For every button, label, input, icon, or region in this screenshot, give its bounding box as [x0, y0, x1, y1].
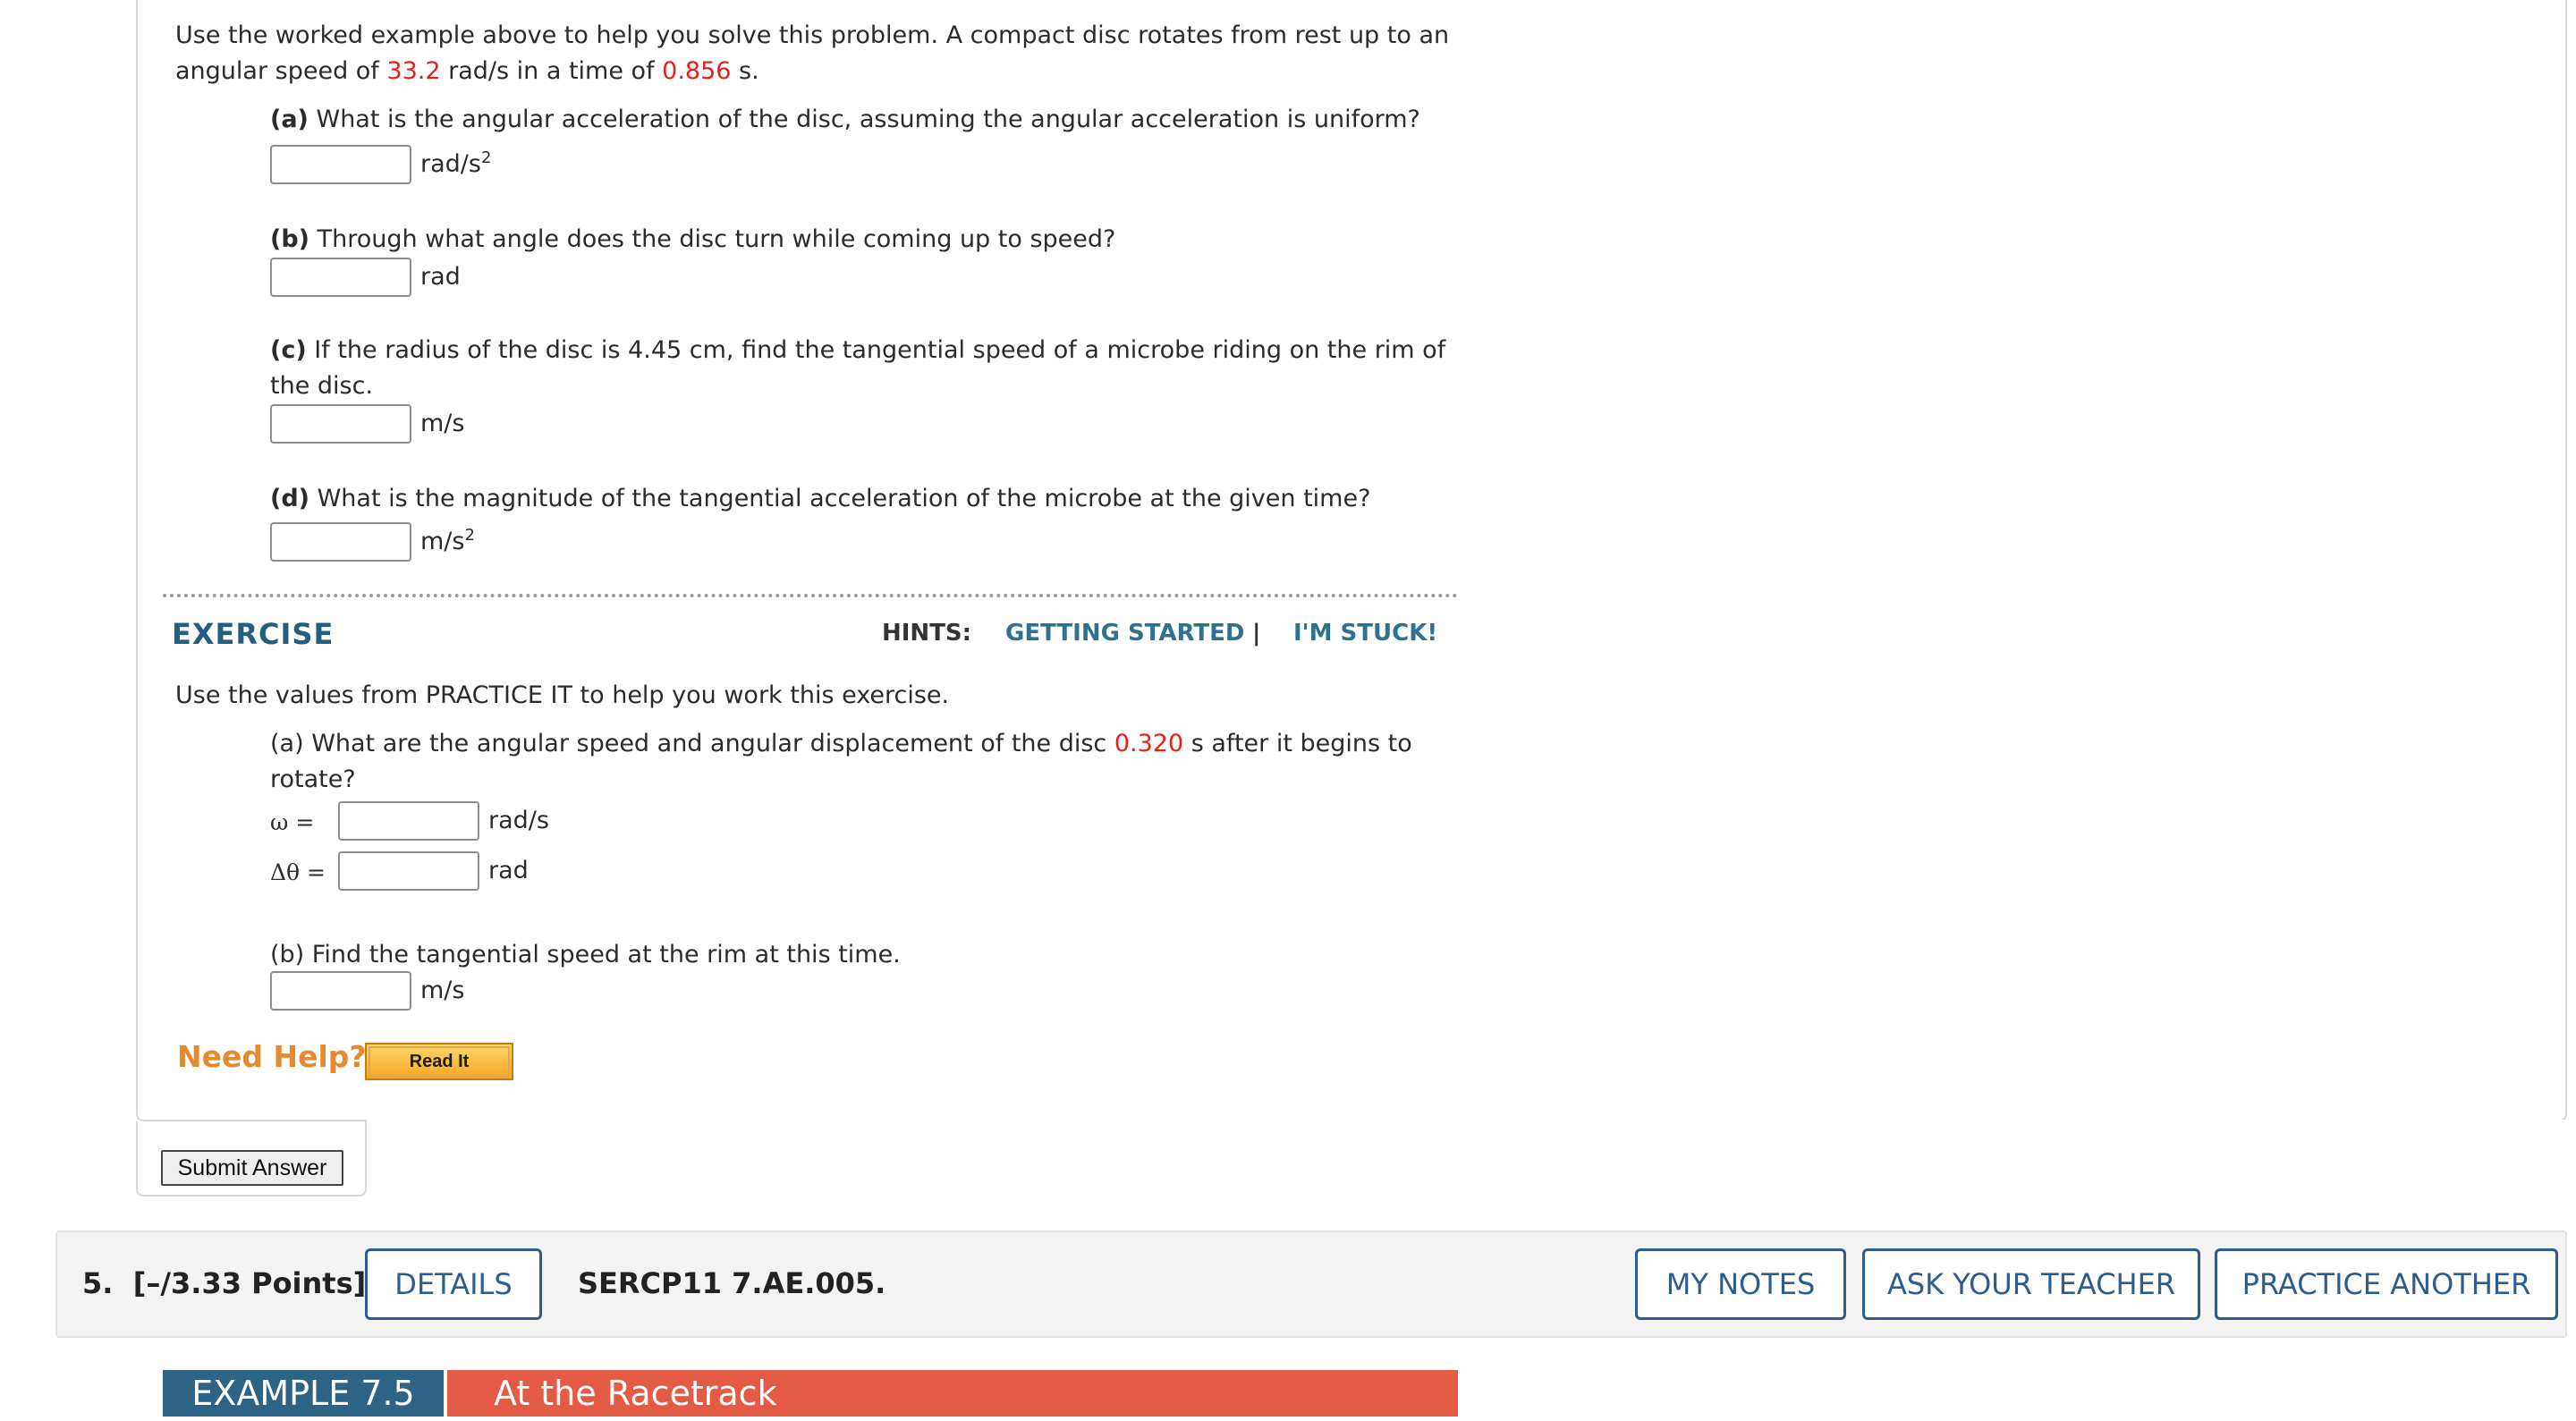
question-code: SERCP11 7.AE.005.: [578, 1266, 886, 1300]
exercise-title: EXERCISE: [172, 617, 335, 651]
omega-answer-input[interactable]: [338, 801, 479, 841]
omega-label: ω =: [270, 809, 315, 835]
need-help-label: Need Help?: [177, 1039, 367, 1074]
part-d-answer-input[interactable]: [270, 522, 411, 562]
question-5-points: 5. [–/3.33 Points]: [82, 1266, 367, 1300]
exercise-part-b-answer-input[interactable]: [270, 971, 411, 1011]
my-notes-button[interactable]: MY NOTES: [1635, 1248, 1846, 1320]
theta-answer-input[interactable]: [338, 851, 479, 891]
time-value: 0.856: [662, 57, 732, 85]
ask-your-teacher-button[interactable]: ASK YOUR TEACHER: [1862, 1248, 2200, 1320]
section-divider: [163, 594, 1458, 597]
exercise-time-value: 0.320: [1114, 730, 1184, 757]
part-d-unit: m/s2: [420, 526, 475, 556]
part-c-question-line2: the disc.: [270, 372, 374, 400]
practice-intro-line2: angular speed of 33.2 rad/s in a time of…: [175, 57, 759, 85]
part-c-answer-input[interactable]: [270, 404, 411, 444]
part-a-answer-input[interactable]: [270, 145, 411, 184]
hint-getting-started-link[interactable]: GETTING STARTED: [1005, 620, 1245, 647]
hint-im-stuck-link[interactable]: I'M STUCK!: [1293, 620, 1437, 647]
exercise-part-b-unit: m/s: [420, 977, 465, 1004]
part-c-unit: m/s: [420, 410, 465, 437]
part-b-question: (b) Through what angle does the disc tur…: [270, 225, 1116, 253]
part-a-unit: rad/s2: [420, 148, 492, 179]
theta-unit: rad: [488, 857, 529, 884]
example-title: At the Racetrack: [447, 1370, 1458, 1417]
details-button[interactable]: DETAILS: [365, 1248, 542, 1320]
part-d-question: (d) What is the magnitude of the tangent…: [270, 485, 1371, 512]
practice-another-button[interactable]: PRACTICE ANOTHER: [2215, 1248, 2558, 1320]
practice-intro-line1: Use the worked example above to help you…: [175, 21, 1450, 49]
exercise-part-a-line1: (a) What are the angular speed and angul…: [270, 730, 1412, 757]
part-c-question-line1: (c) If the radius of the disc is 4.45 cm…: [270, 336, 1446, 364]
theta-label: Δθ =: [270, 859, 326, 885]
exercise-intro: Use the values from PRACTICE IT to help …: [175, 681, 950, 709]
part-a-question: (a) What is the angular acceleration of …: [270, 106, 1420, 133]
example-number: EXAMPLE 7.5: [163, 1370, 444, 1417]
part-b-answer-input[interactable]: [270, 258, 411, 297]
speed-value: 33.2: [386, 57, 441, 85]
exercise-part-a-line2: rotate?: [270, 765, 356, 793]
omega-unit: rad/s: [488, 807, 549, 834]
hint-separator: |: [1252, 620, 1261, 647]
exercise-part-b: (b) Find the tangential speed at the rim…: [270, 941, 901, 968]
part-b-unit: rad: [420, 263, 461, 291]
submit-answer-button[interactable]: Submit Answer: [161, 1150, 343, 1186]
hints-label: HINTS:: [882, 620, 972, 647]
read-it-button[interactable]: Read It: [365, 1043, 513, 1080]
